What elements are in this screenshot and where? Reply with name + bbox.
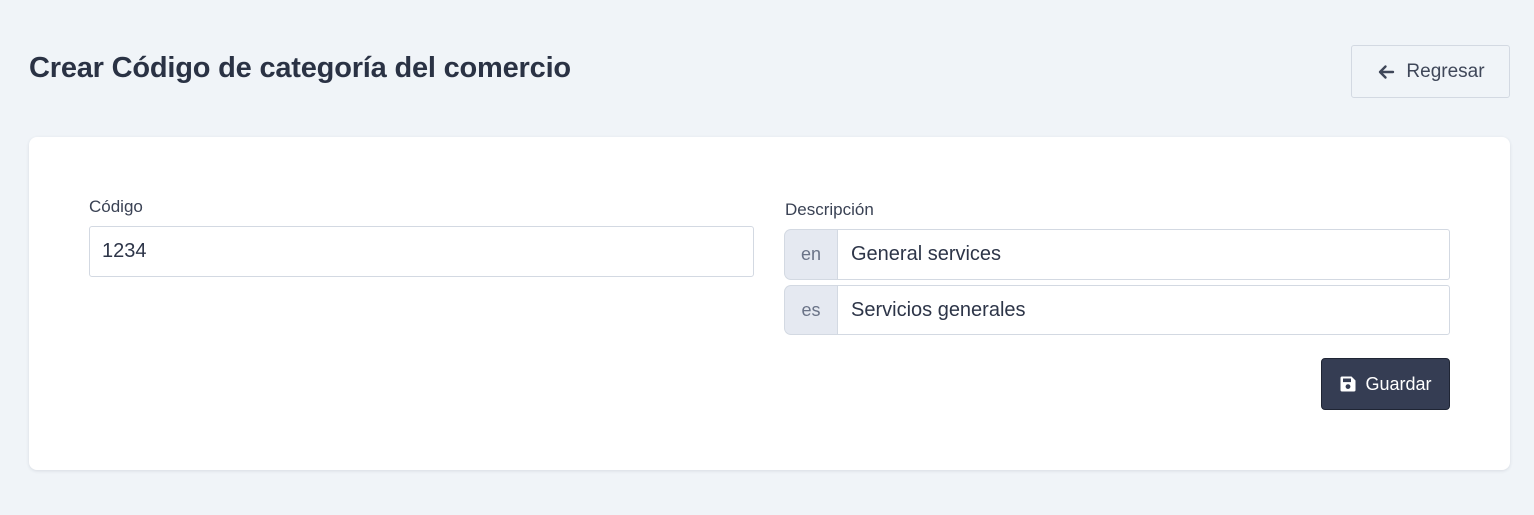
save-button[interactable]: Guardar: [1321, 358, 1450, 410]
description-es-group: es: [784, 285, 1450, 335]
code-label: Código: [89, 197, 143, 216]
language-addon-en: en: [784, 229, 837, 280]
description-label: Descripción: [785, 200, 874, 219]
language-addon-es: es: [784, 285, 837, 335]
save-button-label: Guardar: [1365, 373, 1432, 394]
description-es-input[interactable]: [837, 285, 1450, 335]
page-title: Crear Código de categoría del comercio: [29, 52, 571, 84]
back-button-label: Regresar: [1406, 60, 1485, 82]
back-button[interactable]: Regresar: [1351, 45, 1510, 98]
code-input[interactable]: [89, 226, 754, 277]
floppy-disk-icon: [1339, 375, 1357, 393]
arrow-left-icon: [1376, 62, 1396, 82]
description-en-group: en: [784, 229, 1450, 280]
form-card: Código Descripción en es Guardar: [29, 137, 1510, 470]
description-en-input[interactable]: [837, 229, 1450, 280]
